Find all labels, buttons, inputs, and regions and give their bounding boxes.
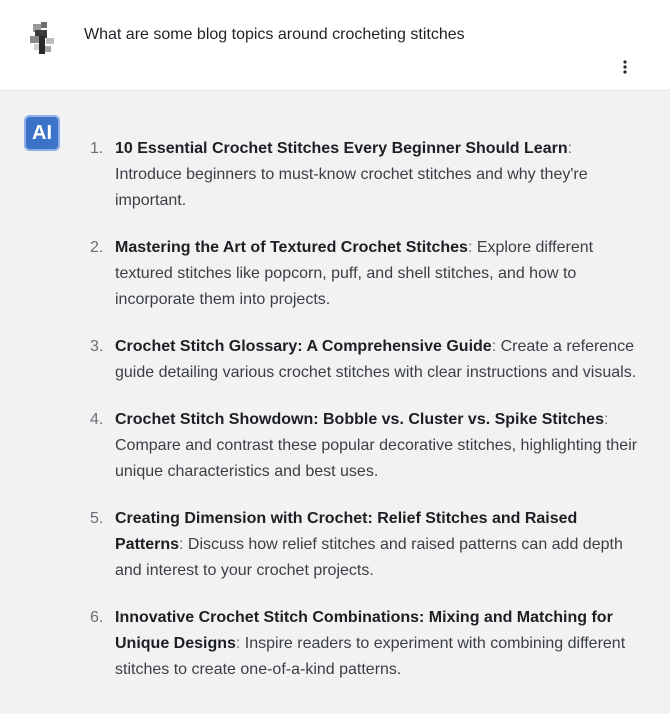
item-title: 10 Essential Crochet Stitches Every Begi… xyxy=(115,140,568,157)
item-title: Crochet Stitch Glossary: A Comprehensive… xyxy=(115,338,492,355)
list-item: 2. Mastering the Art of Textured Crochet… xyxy=(82,235,642,313)
list-item: 6. Innovative Crochet Stitch Combination… xyxy=(82,605,642,683)
item-number: 5. xyxy=(90,510,104,527)
item-title: Crochet Stitch Showdown: Bobble vs. Clus… xyxy=(115,411,604,428)
ai-avatar-icon: AI xyxy=(24,115,60,151)
item-title: Mastering the Art of Textured Crochet St… xyxy=(115,239,468,256)
ai-answer: 1. 10 Essential Crochet Stitches Every B… xyxy=(82,136,642,704)
more-options-icon[interactable] xyxy=(614,56,636,78)
list-item: 5. Creating Dimension with Crochet: Reli… xyxy=(82,506,642,584)
item-number: 3. xyxy=(90,338,104,355)
item-number: 1. xyxy=(90,140,104,157)
item-number: 6. xyxy=(90,609,104,626)
list-item: 1. 10 Essential Crochet Stitches Every B… xyxy=(82,136,642,214)
item-number: 4. xyxy=(90,411,104,428)
item-number: 2. xyxy=(90,239,104,256)
user-avatar xyxy=(24,18,58,58)
item-text: Compare and contrast these popular decor… xyxy=(115,437,638,480)
item-text: Introduce beginners to must-know crochet… xyxy=(115,166,588,209)
list-item: 3. Crochet Stitch Glossary: A Comprehens… xyxy=(82,334,642,386)
user-question: What are some blog topics around crochet… xyxy=(84,26,465,43)
list-item: 4. Crochet Stitch Showdown: Bobble vs. C… xyxy=(82,407,642,485)
user-message-row: What are some blog topics around crochet… xyxy=(0,0,670,91)
item-text: Discuss how relief stitches and raised p… xyxy=(115,536,623,579)
